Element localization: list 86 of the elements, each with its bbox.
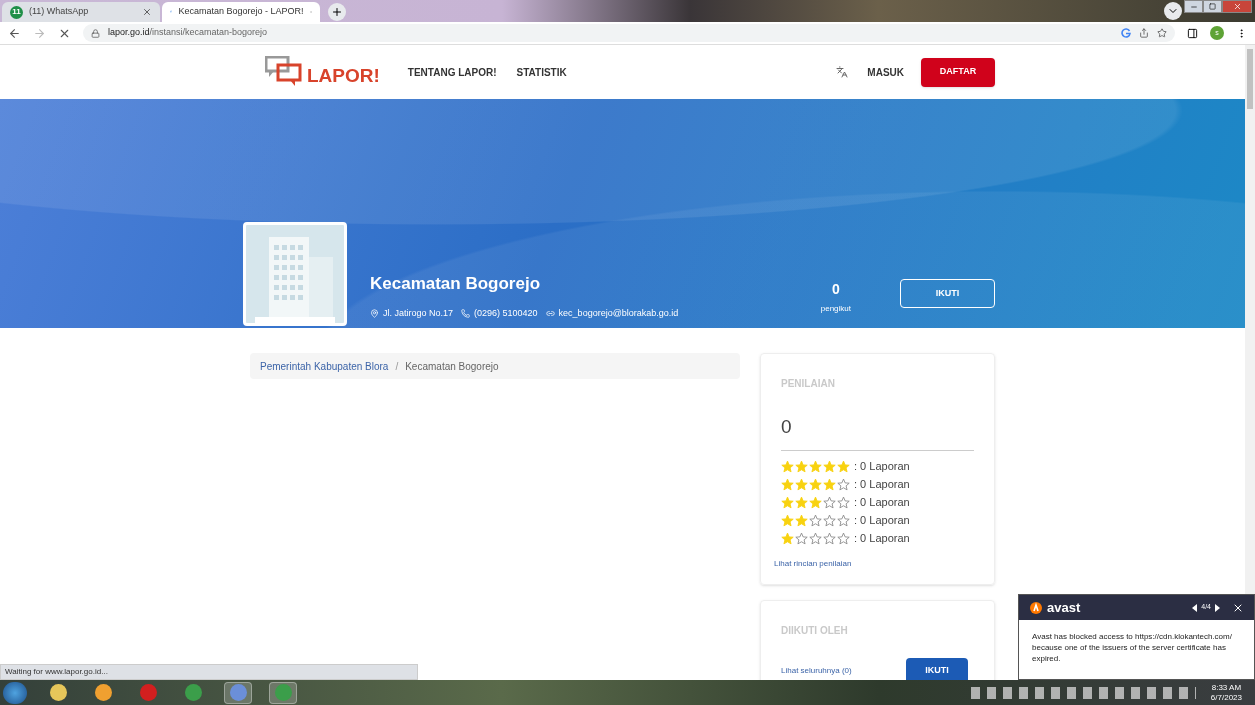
side-panel-icon[interactable]: [1187, 27, 1198, 39]
star-icon: [809, 495, 822, 509]
star-outline-icon: [823, 495, 836, 509]
star-icon: [795, 513, 808, 527]
previous-icon[interactable]: [1192, 603, 1199, 612]
see-all-link[interactable]: Lihat seluruhnya (0): [781, 664, 852, 677]
star-icon: [795, 495, 808, 509]
notification-message: Avast has blocked access to https://cdn.klokantech.com/ because one of the issuers of the server certificate has expired.: [1031, 631, 1233, 664]
status-bar: Waiting for www.lapor.go.id...: [0, 664, 418, 680]
translate-icon[interactable]: [836, 66, 849, 78]
plus-icon: [331, 6, 343, 18]
taskbar-app-icon[interactable]: [269, 681, 297, 704]
star-icon: [781, 495, 794, 509]
star-icon: [781, 477, 794, 491]
login-link[interactable]: MASUK: [867, 64, 904, 80]
start-button[interactable]: [3, 681, 27, 704]
logo-text[interactable]: LAPOR!: [307, 61, 380, 91]
star-outline-icon: [837, 477, 850, 491]
lock-icon: [91, 28, 100, 38]
taskbar-app-icon[interactable]: [224, 681, 252, 704]
phone-icon: [461, 308, 471, 318]
address-text: Jl. Jatirogo No.17: [383, 306, 454, 320]
star-outline-icon: [823, 531, 836, 545]
back-icon[interactable]: [8, 26, 21, 40]
avast-brand: avast: [1047, 598, 1081, 617]
star-outline-icon: [823, 513, 836, 527]
star-icon: [781, 459, 794, 473]
close-window-button[interactable]: [1222, 0, 1252, 13]
browser-tab[interactable]: Kecamatan Bogorejo - LAPOR!: [162, 2, 320, 22]
email-text: kec_bogorejo@blorakab.go.id: [558, 306, 679, 320]
google-icon[interactable]: [1121, 28, 1131, 38]
clock-date: 6/7/2023: [1210, 692, 1242, 703]
breadcrumb-current: Kecamatan Bogorejo: [405, 359, 499, 374]
star-icon: [781, 531, 794, 545]
star-outline-icon: [809, 531, 822, 545]
speech-bubbles-icon: [265, 56, 303, 88]
building-icon: [255, 237, 335, 323]
breadcrumb-link[interactable]: Pemerintah Kabupaten Blora: [260, 358, 389, 374]
rating-count: : 0 Laporan: [854, 512, 910, 528]
star-outline-icon: [837, 531, 850, 545]
tab-title: (11) WhatsApp: [29, 5, 90, 19]
rating-count: : 0 Laporan: [854, 530, 910, 546]
avast-logo-icon: [1029, 600, 1043, 615]
new-tab-button[interactable]: [328, 3, 346, 21]
rating-count: : 0 Laporan: [854, 494, 910, 510]
star-icon: [823, 459, 836, 473]
browser-tab[interactable]: 11 (11) WhatsApp: [2, 2, 160, 22]
star-icon: [795, 477, 808, 491]
star-icon: [837, 459, 850, 473]
register-button[interactable]: DAFTAR: [921, 57, 995, 87]
agency-name: Kecamatan Bogorejo: [370, 273, 542, 295]
rating-count: : 0 Laporan: [854, 458, 910, 474]
share-icon[interactable]: [1139, 28, 1149, 38]
clock-time: 8:33 AM: [1211, 682, 1242, 693]
restore-icon: [1209, 3, 1216, 10]
star-icon: [795, 459, 808, 473]
follow-button[interactable]: IKUTI: [900, 279, 995, 308]
follow-button[interactable]: IKUTI: [906, 657, 968, 680]
link-icon: [545, 308, 555, 318]
next-icon[interactable]: [1214, 603, 1220, 612]
location-pin-icon: [370, 308, 379, 318]
star-outline-icon: [795, 531, 808, 545]
tab-search-button[interactable]: [1164, 2, 1182, 20]
rating-count: : 0 Laporan: [854, 476, 910, 492]
nav-link[interactable]: STATISTIK: [516, 64, 567, 80]
bookmark-star-icon[interactable]: [1157, 28, 1167, 38]
star-icon: [823, 477, 836, 491]
star-outline-icon: [837, 495, 850, 509]
address-bar[interactable]: lapor.go.id/instansi/kecamatan-bogorejo: [83, 24, 1175, 42]
system-tray-icons[interactable]: [970, 686, 1196, 699]
rating-details-link[interactable]: Lihat rincian penilaian: [774, 557, 981, 570]
breadcrumb-separator: /: [395, 359, 399, 374]
tab-title: Kecamatan Bogorejo - LAPOR!: [178, 5, 304, 19]
nav-link[interactable]: TENTANG LAPOR!: [407, 64, 497, 80]
star-icon: [809, 477, 822, 491]
star-outline-icon: [837, 513, 850, 527]
url-text: lapor.go.id/instansi/kecamatan-bogorejo: [108, 26, 269, 40]
phone-text: (0296) 5100420: [474, 306, 538, 320]
rating-score: 0: [781, 415, 793, 439]
star-icon: [781, 513, 794, 527]
star-outline-icon: [809, 513, 822, 527]
notification-badge: 11: [10, 5, 23, 19]
star-icon: [809, 459, 822, 473]
restore-button[interactable]: [1203, 0, 1222, 13]
follower-label: pengikut: [820, 303, 851, 315]
follower-count: 0: [831, 280, 840, 299]
